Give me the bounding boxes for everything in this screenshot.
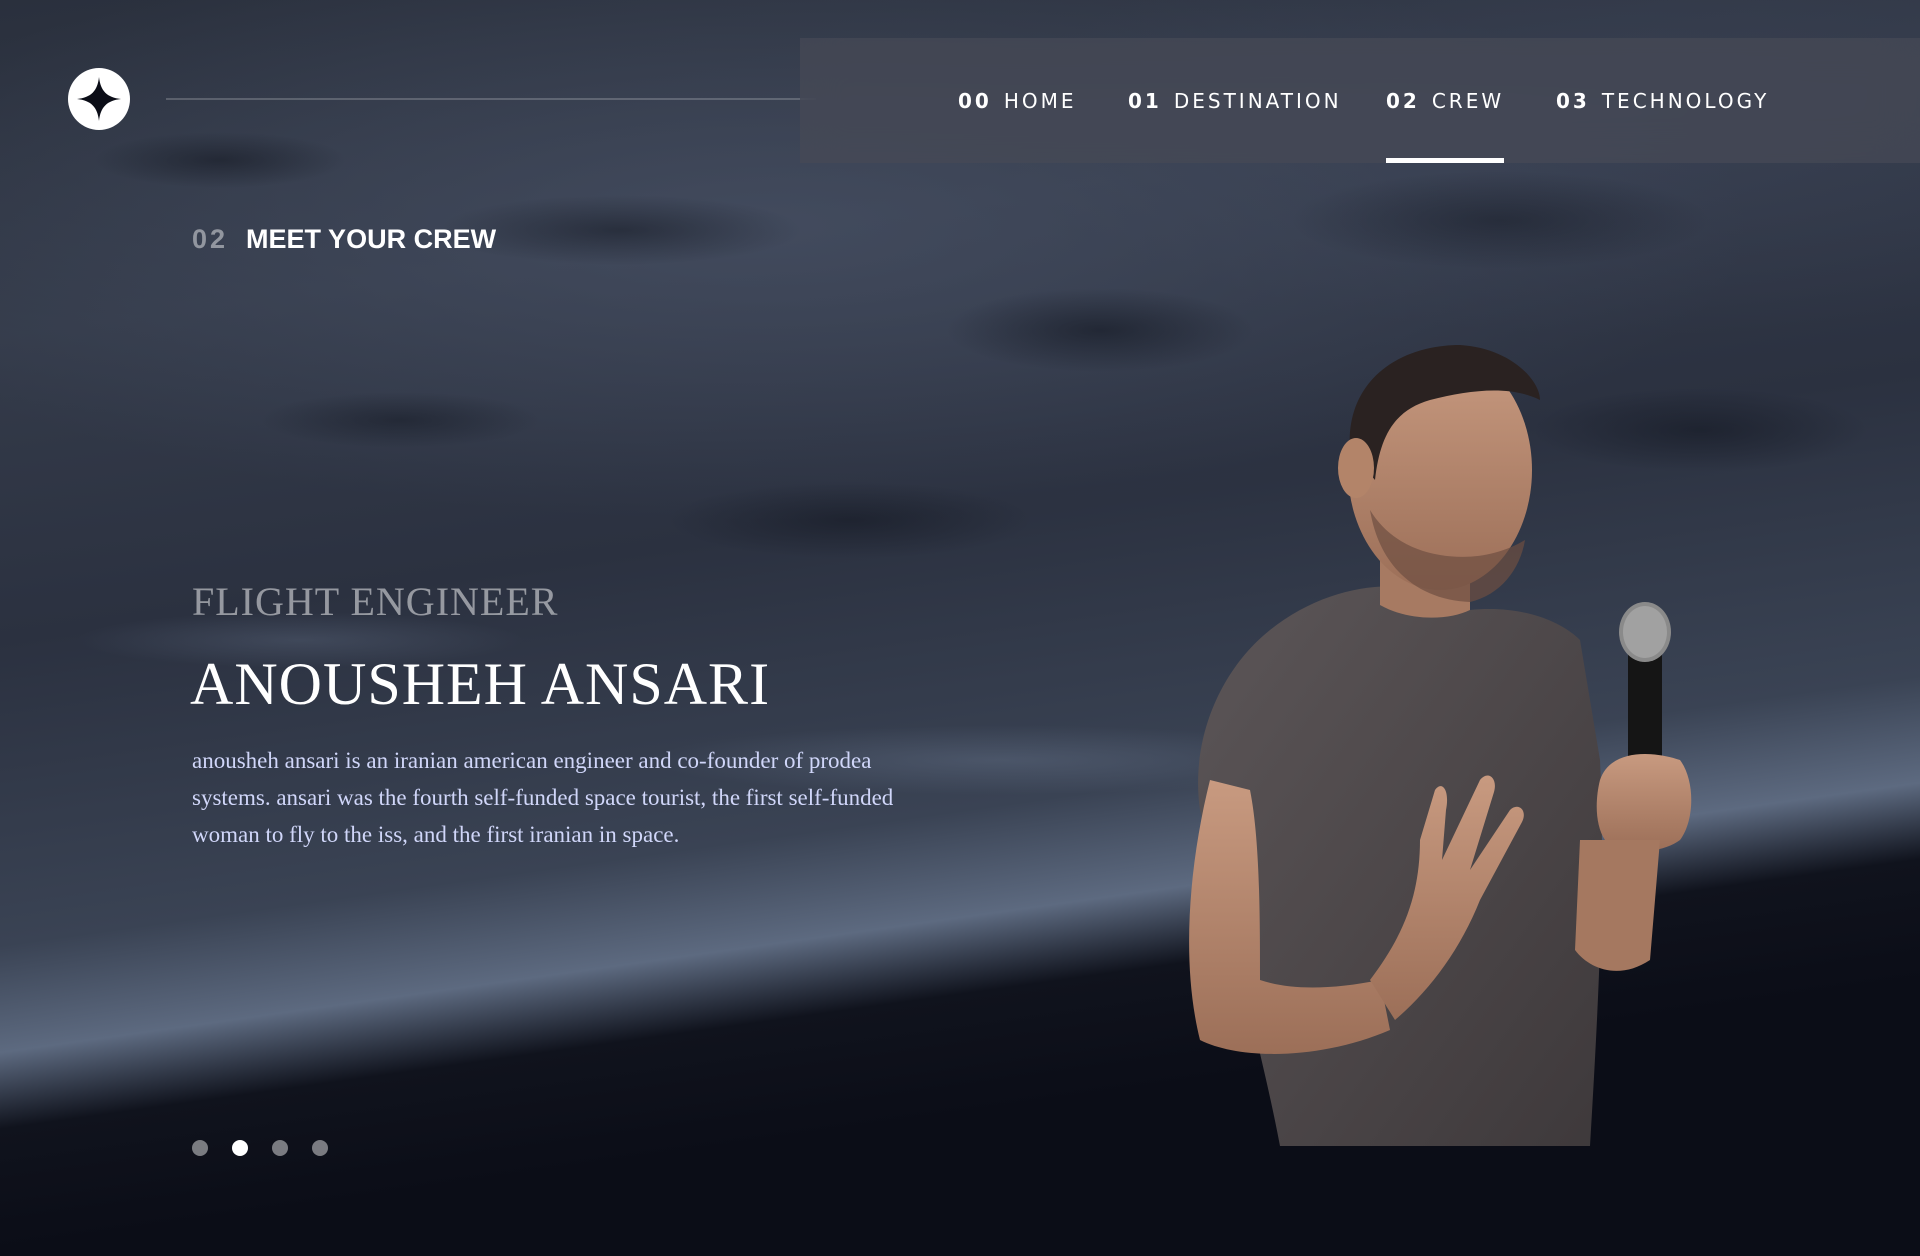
section-number: 02: [192, 224, 229, 254]
nav-item-num: 02: [1386, 88, 1420, 113]
crew-role: FLIGHT ENGINEER: [192, 579, 559, 624]
nav-item-label: DESTINATION: [1173, 88, 1342, 113]
pagination-dot[interactable]: [192, 1140, 208, 1156]
page-title: 02 MEET YOUR CREW: [192, 224, 496, 255]
star-icon[interactable]: [68, 68, 130, 130]
crew-bio: anousheh ansari is an iranian american e…: [192, 748, 894, 847]
crew-page: 00 HOME 01 DESTINATION 02 CREW 03 TECHNO…: [0, 0, 1920, 1256]
nav-item-technology[interactable]: 03 TECHNOLOGY: [1556, 38, 1769, 163]
main-nav: 00 HOME 01 DESTINATION 02 CREW 03 TECHNO…: [800, 38, 1920, 163]
nav-item-num: 01: [1128, 88, 1162, 113]
nav-item-label: TECHNOLOGY: [1601, 88, 1770, 113]
nav-item-label: CREW: [1431, 88, 1505, 113]
crew-member-photo: [1189, 345, 1692, 1146]
crew-name: ANOUSHEH ANSARI: [190, 651, 771, 717]
nav-item-num: 03: [1556, 88, 1590, 113]
nav-item-home[interactable]: 00 HOME: [958, 38, 1077, 163]
section-title: MEET YOUR CREW: [246, 224, 497, 254]
pagination-dot[interactable]: [272, 1140, 288, 1156]
header-divider: [166, 98, 816, 100]
nav-item-destination[interactable]: 01 DESTINATION: [1128, 38, 1342, 163]
pagination-dot[interactable]: [312, 1140, 328, 1156]
nav-item-crew[interactable]: 02 CREW: [1386, 38, 1505, 163]
pagination-dot-active[interactable]: [232, 1140, 248, 1156]
nav-item-label: HOME: [1003, 88, 1077, 113]
crew-pagination: [192, 1140, 328, 1156]
nav-item-num: 00: [958, 88, 992, 113]
